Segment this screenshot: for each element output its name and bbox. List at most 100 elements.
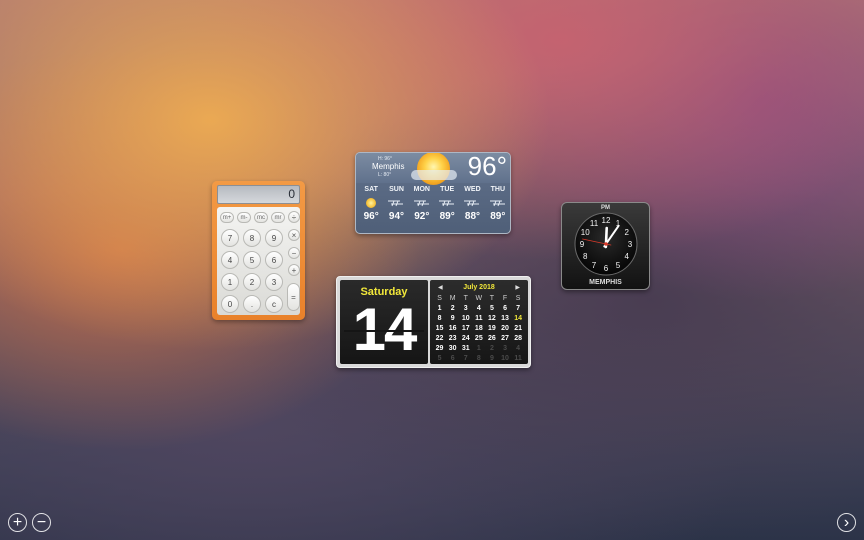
- calendar-month-label: July 2018: [463, 284, 495, 291]
- forecast-day-label: MON: [413, 186, 430, 193]
- calendar-day: 22: [435, 335, 444, 342]
- calendar-day: 6: [503, 305, 507, 312]
- weekday-label: M: [449, 295, 456, 302]
- wind-icon: [388, 200, 404, 207]
- wind-icon: [413, 200, 429, 207]
- calendar-day: 7: [463, 355, 468, 362]
- clock-numeral: 6: [604, 264, 609, 273]
- weekday-label: T: [489, 295, 495, 302]
- digit-6-button[interactable]: 6: [265, 251, 283, 269]
- remove-widget-button[interactable]: −: [32, 513, 51, 532]
- clock-widget[interactable]: PM 12 1 2 3 4 5 6 7 8 9 10 11 MEMPHIS: [561, 202, 650, 290]
- weekday-label: T: [463, 295, 468, 302]
- multiply-button[interactable]: ×: [288, 229, 300, 241]
- calculator-display: 0: [217, 185, 300, 204]
- forecast-day: THU 89°: [486, 186, 510, 222]
- wind-icon: [489, 200, 505, 207]
- calendar-day: 3: [463, 305, 468, 312]
- calendar-weekday-header: SMTWTFS: [433, 294, 525, 304]
- digit-2-button[interactable]: 2: [243, 273, 261, 291]
- digit-9-button[interactable]: 9: [265, 229, 283, 247]
- forecast-high: 92°: [414, 211, 430, 222]
- decimal-button[interactable]: .: [243, 295, 261, 313]
- forecast-icon: [460, 197, 484, 211]
- calendar-day: 26: [488, 335, 496, 342]
- calendar-day: 8: [437, 315, 442, 322]
- clock-city: MEMPHIS: [589, 279, 622, 286]
- digit-4-button[interactable]: 4: [221, 251, 239, 269]
- forecast-high: 94°: [388, 211, 405, 222]
- weekday-label: S: [437, 295, 442, 302]
- weekday-label: F: [502, 295, 508, 302]
- calendar-day: 3: [503, 345, 507, 352]
- subtract-button[interactable]: −: [288, 247, 300, 259]
- clock-face: 12 1234567891011: [574, 212, 638, 276]
- calculator-widget[interactable]: 0 m+ m- mc mr ÷ 7 8 9 × 4 5 6 − 1 2 3 + …: [212, 181, 305, 320]
- weather-widget[interactable]: H: 96° Memphis L: 80° 96° SAT 96° SUN 94…: [355, 152, 511, 234]
- forecast-day-label: SAT: [364, 186, 378, 193]
- calendar-day: 18: [474, 325, 483, 332]
- clock-numeral: 12: [602, 216, 611, 225]
- weather-low: L: 80°: [378, 172, 392, 178]
- clock-numeral: 2: [625, 228, 630, 237]
- calendar-day: 28: [514, 335, 522, 342]
- digit-1-button[interactable]: 1: [221, 273, 239, 291]
- divide-button[interactable]: ÷: [288, 211, 300, 223]
- next-space-button[interactable]: ›: [837, 513, 856, 532]
- forecast-high: 89°: [490, 211, 506, 222]
- forecast-high: 88°: [464, 211, 481, 222]
- calendar-day: 2: [450, 305, 455, 312]
- calendar-day-panel[interactable]: Saturday 14: [340, 280, 428, 364]
- equals-button[interactable]: =: [287, 283, 300, 311]
- forecast-icon: [410, 197, 434, 211]
- calendar-day: 27: [501, 335, 509, 342]
- calendar-month-panel: ◀ July 2018 ▶ S M T W T F S 1 2 3 4 5 6 7 8 9 10 11 12 13 14…: [430, 280, 528, 364]
- digit-7-button[interactable]: 7: [221, 229, 239, 247]
- digit-5-button[interactable]: 5: [243, 251, 261, 269]
- clock-numeral: 4: [625, 252, 630, 261]
- cloud-icon: [411, 170, 457, 180]
- clock-numeral: 7: [592, 261, 597, 270]
- memory-clear-button[interactable]: mc: [254, 212, 268, 223]
- sun-icon: [366, 198, 376, 208]
- calendar-day: 25: [474, 335, 483, 342]
- digit-8-button[interactable]: 8: [243, 229, 261, 247]
- calendar-day: 9: [489, 355, 494, 362]
- clock-numeral: 11: [590, 219, 599, 228]
- clear-button[interactable]: c: [265, 295, 283, 313]
- calendar-day: 6: [450, 355, 455, 362]
- next-month-arrow-icon[interactable]: ▶: [515, 284, 520, 291]
- calendar-widget[interactable]: Saturday 14 ◀ July 2018 ▶ SMTWTFS1234567…: [336, 276, 531, 368]
- forecast-day: WED 88°: [460, 186, 484, 222]
- memory-plus-button[interactable]: m+: [220, 212, 234, 223]
- calendar-week-row: 29 30 31 1 2 3 4: [433, 344, 525, 354]
- calendar-day: 8: [476, 355, 481, 362]
- forecast-icon: [384, 197, 408, 211]
- memory-minus-button[interactable]: m-: [237, 212, 251, 223]
- calendar-day: 13: [501, 315, 509, 322]
- calendar-day: 2: [489, 345, 494, 352]
- weather-forecast: SAT 96° SUN 94° MON 92° TUE 89° WED 88° …: [356, 186, 510, 222]
- weather-current-temp: 96°: [467, 152, 507, 181]
- digit-3-button[interactable]: 3: [265, 273, 283, 291]
- clock-numeral: 3: [628, 240, 633, 249]
- calendar-week-row: 15 16 17 18 19 20 21: [433, 324, 525, 334]
- calendar-day: 23: [448, 335, 457, 342]
- forecast-day-label: THU: [490, 186, 505, 193]
- digit-0-button[interactable]: 0: [221, 295, 239, 313]
- calendar-day: 20: [501, 325, 509, 332]
- calendar-week-row: 1 2 3 4 5 6 7: [433, 304, 525, 314]
- weekday-label: S: [515, 295, 521, 302]
- calculator-keypad: m+ m- mc mr ÷ 7 8 9 × 4 5 6 − 1 2 3 + 0 …: [217, 207, 300, 315]
- wind-icon: [438, 200, 454, 207]
- calendar-day: 4: [516, 345, 521, 352]
- calendar-day: 21: [514, 325, 522, 332]
- add-widget-button[interactable]: +: [8, 513, 27, 532]
- wind-icon: [464, 200, 480, 207]
- memory-recall-button[interactable]: mr: [271, 212, 285, 223]
- calendar-day: 11: [475, 315, 483, 322]
- add-button[interactable]: +: [288, 264, 300, 276]
- clock-numeral: 5: [616, 261, 621, 270]
- forecast-icon: [435, 197, 459, 211]
- flip-divider: [344, 330, 424, 332]
